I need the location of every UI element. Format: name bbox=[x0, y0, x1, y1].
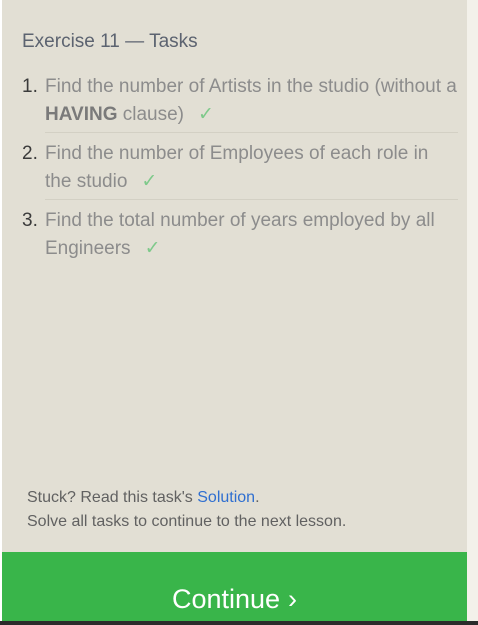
stuck-period: . bbox=[255, 489, 260, 506]
stuck-line: Stuck? Read this task's Solution. bbox=[27, 486, 346, 510]
scrollbar-track bbox=[467, 0, 478, 625]
continue-label: Continue bbox=[171, 584, 281, 614]
stuck-text: Stuck? Read this task's bbox=[27, 489, 198, 506]
task-number: 2. bbox=[22, 143, 38, 164]
task-item-3: 3. Find the total number of years employ… bbox=[22, 204, 458, 270]
task-item-2: 2. Find the number of Employees of each … bbox=[22, 137, 458, 204]
exercise-title: Exercise 11 — Tasks bbox=[22, 31, 198, 52]
task-text-part: clause) bbox=[117, 103, 185, 125]
task-text: Find the number of Artists in the studio… bbox=[45, 73, 458, 133]
check-icon: ✓ bbox=[144, 237, 161, 259]
task-text: Find the total number of years employed … bbox=[45, 207, 458, 266]
task-item-1: 1. Find the number of Artists in the stu… bbox=[22, 70, 458, 137]
continue-button[interactable]: Continue › bbox=[2, 552, 467, 621]
task-text-part: Find the number of Artists in the studio… bbox=[45, 76, 457, 97]
task-list: 1. Find the number of Artists in the stu… bbox=[22, 70, 458, 270]
help-footer: Stuck? Read this task's Solution. Solve … bbox=[27, 486, 346, 534]
task-number: 1. bbox=[22, 76, 38, 97]
window-bottom-edge bbox=[0, 621, 478, 625]
task-number: 3. bbox=[22, 210, 38, 231]
continue-hint: Solve all tasks to continue to the next … bbox=[27, 513, 347, 530]
task-text-part: Find the number of Employees of each rol… bbox=[45, 143, 429, 192]
task-text: Find the number of Employees of each rol… bbox=[45, 140, 458, 200]
solution-link[interactable]: Solution bbox=[197, 489, 255, 506]
task-keyword: HAVING bbox=[45, 103, 118, 125]
check-icon: ✓ bbox=[198, 103, 214, 125]
task-text-part: Find the total number of years employed … bbox=[45, 210, 435, 259]
check-icon: ✓ bbox=[141, 170, 158, 192]
chevron-right-icon: › bbox=[288, 584, 298, 614]
